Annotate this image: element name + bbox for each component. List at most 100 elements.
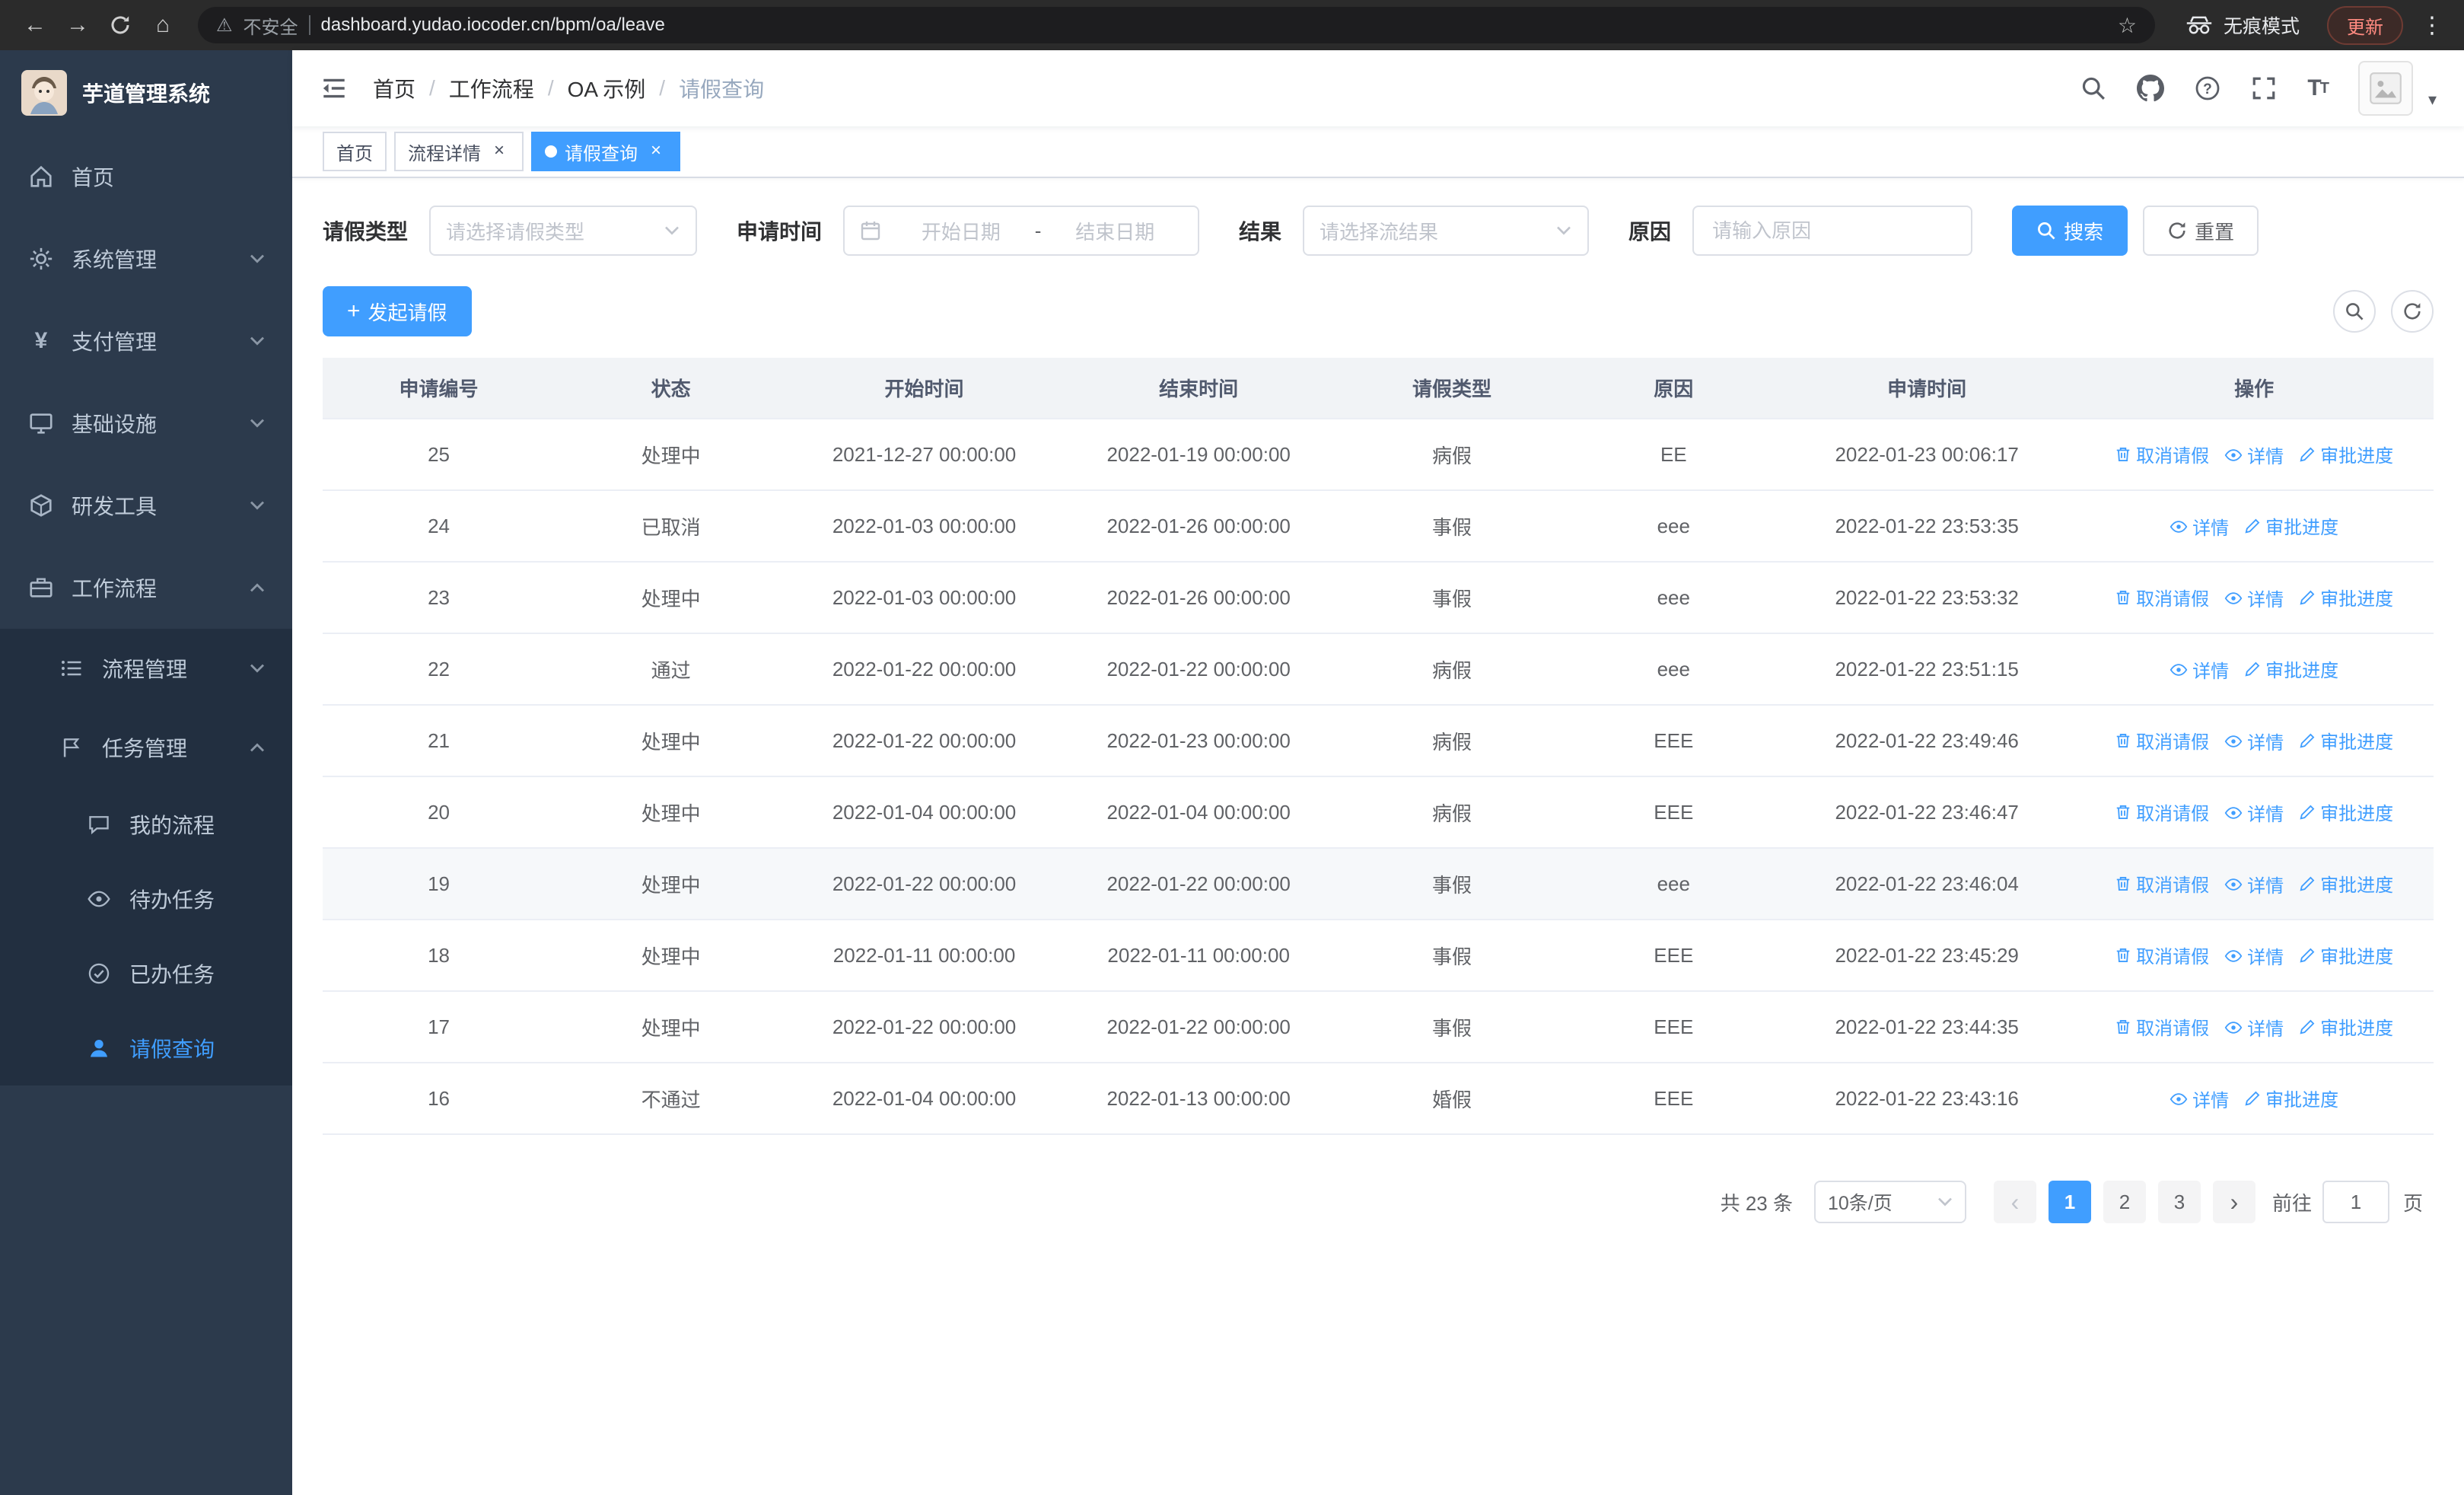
tab-label: 流程详情 bbox=[408, 143, 481, 164]
browser-forward-icon[interactable]: → bbox=[58, 5, 97, 45]
help-icon[interactable]: ? bbox=[2195, 75, 2220, 101]
breadcrumb-item-home[interactable]: 首页 bbox=[373, 73, 415, 104]
table-row: 18 处理中 2022-01-11 00:00:00 2022-01-11 00… bbox=[323, 920, 2434, 992]
fullscreen-icon[interactable] bbox=[2251, 75, 2277, 101]
toggle-search-button[interactable] bbox=[2333, 290, 2376, 333]
col-header-reason: 原因 bbox=[1568, 358, 1779, 419]
breadcrumb-item-workflow[interactable]: 工作流程 bbox=[449, 73, 534, 104]
result-select[interactable]: 请选择流结果 bbox=[1303, 206, 1590, 256]
detail-link[interactable]: 详情 bbox=[2224, 1014, 2284, 1041]
approval-progress-link[interactable]: 审批进度 bbox=[2299, 727, 2393, 754]
approval-progress-link[interactable]: 审批进度 bbox=[2299, 870, 2393, 897]
page-number-2[interactable]: 2 bbox=[2103, 1181, 2146, 1223]
detail-link[interactable]: 详情 bbox=[2170, 513, 2229, 540]
cell-start-time: 2022-01-03 00:00:00 bbox=[787, 562, 1062, 634]
cell-reason: EE bbox=[1568, 419, 1779, 491]
cancel-leave-link[interactable]: 取消请假 bbox=[2115, 584, 2209, 610]
sidebar-item-home[interactable]: 首页 bbox=[0, 135, 292, 218]
cell-actions: 取消请假 详情 审批进度 bbox=[2074, 562, 2434, 634]
refresh-list-button[interactable] bbox=[2391, 290, 2434, 333]
sidebar-item-system[interactable]: 系统管理 bbox=[0, 218, 292, 300]
leave-type-select[interactable]: 请选择请假类型 bbox=[429, 206, 698, 256]
user-avatar[interactable] bbox=[2357, 61, 2413, 116]
approval-progress-link[interactable]: 审批进度 bbox=[2299, 441, 2393, 467]
detail-link[interactable]: 详情 bbox=[2224, 728, 2284, 754]
delete-icon bbox=[2116, 590, 2130, 604]
sidebar-item-todo-tasks[interactable]: 待办任务 bbox=[0, 862, 292, 936]
cell-leave-type: 病假 bbox=[1335, 419, 1568, 491]
cell-end-time: 2022-01-19 00:00:00 bbox=[1061, 419, 1336, 491]
cancel-leave-link[interactable]: 取消请假 bbox=[2115, 727, 2209, 754]
browser-reload-icon[interactable] bbox=[100, 5, 140, 45]
edit-icon bbox=[2245, 1091, 2260, 1105]
breadcrumb-item-oa-example[interactable]: OA 示例 bbox=[568, 73, 646, 104]
cancel-leave-link[interactable]: 取消请假 bbox=[2115, 799, 2209, 825]
bookmark-star-icon[interactable]: ☆ bbox=[2118, 13, 2137, 38]
approval-progress-link[interactable]: 审批进度 bbox=[2299, 799, 2393, 825]
approval-progress-link[interactable]: 审批进度 bbox=[2244, 655, 2338, 682]
detail-link[interactable]: 详情 bbox=[2224, 871, 2284, 897]
github-icon[interactable] bbox=[2137, 75, 2165, 102]
page-number-1[interactable]: 1 bbox=[2048, 1181, 2091, 1223]
reset-button[interactable]: 重置 bbox=[2143, 206, 2259, 256]
approval-progress-link[interactable]: 审批进度 bbox=[2299, 1013, 2393, 1040]
apply-time-range-picker[interactable]: 开始日期 - 结束日期 bbox=[843, 206, 1200, 256]
next-page-button[interactable]: › bbox=[2212, 1181, 2255, 1223]
cell-status: 不通过 bbox=[555, 1063, 788, 1135]
cancel-leave-link[interactable]: 取消请假 bbox=[2115, 942, 2209, 968]
close-icon[interactable]: × bbox=[645, 141, 667, 162]
search-button[interactable]: 搜索 bbox=[2012, 206, 2128, 256]
tab-home[interactable]: 首页 bbox=[323, 132, 387, 171]
approval-progress-link[interactable]: 审批进度 bbox=[2299, 584, 2393, 610]
detail-link[interactable]: 详情 bbox=[2170, 1085, 2229, 1112]
approval-progress-link[interactable]: 审批进度 bbox=[2244, 512, 2338, 539]
page-size-select[interactable]: 10条/页 bbox=[1813, 1181, 1966, 1223]
detail-link[interactable]: 详情 bbox=[2224, 441, 2284, 468]
chevron-down-icon bbox=[250, 336, 265, 346]
cell-status: 处理中 bbox=[555, 419, 788, 491]
cancel-leave-link[interactable]: 取消请假 bbox=[2115, 870, 2209, 897]
goto-page-input[interactable] bbox=[2322, 1181, 2389, 1223]
browser-update-button[interactable]: 更新 bbox=[2327, 5, 2403, 45]
sidebar-item-payment[interactable]: ¥ 支付管理 bbox=[0, 300, 292, 382]
create-leave-button[interactable]: + 发起请假 bbox=[323, 286, 472, 336]
browser-back-icon[interactable]: ← bbox=[15, 5, 55, 45]
eye-icon bbox=[2224, 949, 2243, 962]
sidebar-item-task-management[interactable]: 任务管理 bbox=[0, 708, 292, 787]
sidebar-item-leave-query[interactable]: 请假查询 bbox=[0, 1011, 292, 1085]
header-search-icon[interactable] bbox=[2080, 75, 2106, 101]
user-menu-caret-icon[interactable]: ▾ bbox=[2428, 90, 2437, 116]
cancel-leave-link[interactable]: 取消请假 bbox=[2115, 1013, 2209, 1040]
detail-link[interactable]: 详情 bbox=[2224, 585, 2284, 611]
sidebar-item-workflow[interactable]: 工作流程 bbox=[0, 547, 292, 629]
address-bar[interactable]: ⚠ 不安全 dashboard.yudao.iocoder.cn/bpm/oa/… bbox=[198, 7, 2155, 43]
pagination-total: 共 23 条 bbox=[1720, 1191, 1793, 1215]
sidebar-item-my-process[interactable]: 我的流程 bbox=[0, 787, 292, 862]
reason-input[interactable] bbox=[1692, 206, 1973, 256]
tab-process-detail[interactable]: 流程详情 × bbox=[394, 132, 524, 171]
detail-link[interactable]: 详情 bbox=[2224, 942, 2284, 969]
sidebar-item-dev-tools[interactable]: 研发工具 bbox=[0, 464, 292, 547]
page-number-3[interactable]: 3 bbox=[2157, 1181, 2201, 1223]
tab-leave-query[interactable]: 请假查询 × bbox=[531, 132, 680, 171]
close-icon[interactable]: × bbox=[489, 141, 510, 162]
sidebar-item-infrastructure[interactable]: 基础设施 bbox=[0, 382, 292, 464]
browser-home-icon[interactable]: ⌂ bbox=[143, 5, 183, 45]
browser-menu-icon[interactable]: ⋮ bbox=[2415, 12, 2449, 39]
sidebar-toggle-icon[interactable] bbox=[320, 74, 349, 103]
cancel-leave-link[interactable]: 取消请假 bbox=[2115, 441, 2209, 467]
approval-progress-link[interactable]: 审批进度 bbox=[2244, 1085, 2338, 1111]
approval-progress-link[interactable]: 审批进度 bbox=[2299, 942, 2393, 968]
detail-link[interactable]: 详情 bbox=[2224, 799, 2284, 826]
sidebar-item-done-tasks[interactable]: 已办任务 bbox=[0, 936, 292, 1011]
cell-apply-time: 2022-01-22 23:46:04 bbox=[1778, 848, 2075, 920]
sidebar-item-process-management[interactable]: 流程管理 bbox=[0, 629, 292, 708]
font-size-icon[interactable]: TT bbox=[2307, 75, 2329, 101]
cell-leave-type: 病假 bbox=[1335, 633, 1568, 706]
chevron-down-icon bbox=[250, 253, 265, 264]
prev-page-button[interactable]: ‹ bbox=[1993, 1181, 2036, 1223]
chevron-down-icon bbox=[250, 418, 265, 429]
cell-apply-time: 2022-01-22 23:45:29 bbox=[1778, 920, 2075, 992]
detail-link[interactable]: 详情 bbox=[2170, 656, 2229, 683]
edit-icon bbox=[2300, 948, 2315, 962]
